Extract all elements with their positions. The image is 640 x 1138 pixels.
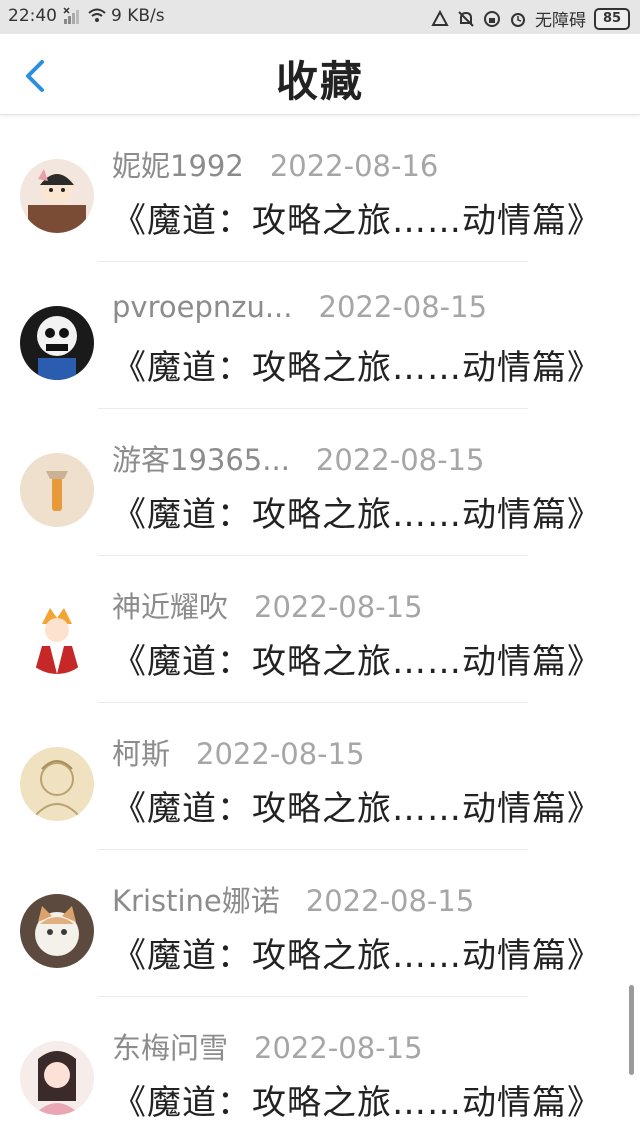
username[interactable]: pvroepnzu... xyxy=(112,290,293,324)
status-left: 22:40 9 KB/s xyxy=(8,6,165,26)
date: 2022-08-15 xyxy=(254,1031,423,1065)
wifi-icon xyxy=(87,7,106,25)
avatar[interactable] xyxy=(20,747,94,821)
avatar[interactable] xyxy=(20,894,94,968)
accessibility-label: 无障碍 xyxy=(535,11,586,31)
item-meta: 神近耀吹 2022-08-15 xyxy=(112,584,423,626)
header: 收藏 xyxy=(0,34,640,115)
item-meta: 柯斯 2022-08-15 xyxy=(112,731,365,773)
book-title[interactable]: 《魔道：攻略之旅……动情篇》 xyxy=(112,781,602,830)
book-title[interactable]: 《魔道：攻略之旅……动情篇》 xyxy=(112,634,602,683)
list-item[interactable]: 妮妮1992 2022-08-16 《魔道：攻略之旅……动情篇》 xyxy=(0,115,640,262)
date: 2022-08-15 xyxy=(254,590,423,624)
book-title[interactable]: 《魔道：攻略之旅……动情篇》 xyxy=(112,487,602,536)
username[interactable]: 妮妮1992 xyxy=(112,143,244,185)
item-meta: 妮妮1992 2022-08-16 xyxy=(112,143,438,185)
item-meta: pvroepnzu... 2022-08-15 xyxy=(112,290,487,324)
username[interactable]: 神近耀吹 xyxy=(112,584,228,626)
date: 2022-08-15 xyxy=(318,290,488,324)
avatar[interactable] xyxy=(20,306,94,380)
page-title: 收藏 xyxy=(275,57,364,106)
list-item[interactable]: 游客19365... 2022-08-15 《魔道：攻略之旅……动情篇》 xyxy=(0,409,640,556)
list-item[interactable]: pvroepnzu... 2022-08-15 《魔道：攻略之旅……动情篇》 xyxy=(0,262,640,409)
favorites-list[interactable]: 妮妮1992 2022-08-16 《魔道：攻略之旅……动情篇》 pvroepn… xyxy=(0,115,640,1138)
username[interactable]: 东梅问雪 xyxy=(112,1025,228,1067)
book-title[interactable]: 《魔道：攻略之旅……动情篇》 xyxy=(112,193,602,242)
status-right: 无障碍 85 xyxy=(431,6,630,31)
item-meta: 游客19365... 2022-08-15 xyxy=(112,437,484,479)
mute-bell-icon xyxy=(457,10,475,28)
book-title[interactable]: 《魔道：攻略之旅……动情篇》 xyxy=(112,340,602,389)
book-title[interactable]: 《魔道：攻略之旅……动情篇》 xyxy=(112,928,602,977)
book-title[interactable]: 《魔道：攻略之旅……动情篇》 xyxy=(112,1075,602,1124)
list-item[interactable]: 东梅问雪 2022-08-15 《魔道：攻略之旅……动情篇》 xyxy=(0,997,640,1138)
username[interactable]: 柯斯 xyxy=(112,731,170,773)
date: 2022-08-15 xyxy=(196,737,365,771)
date: 2022-08-15 xyxy=(305,884,475,918)
item-meta: Kristine娜诺 2022-08-15 xyxy=(112,878,474,920)
avatar[interactable] xyxy=(20,1041,94,1115)
item-meta: 东梅问雪 2022-08-15 xyxy=(112,1025,423,1067)
lock-rotation-icon xyxy=(483,10,501,28)
app-notification-icon xyxy=(431,9,449,28)
net-speed: 9 KB/s xyxy=(111,6,165,26)
alarm-icon xyxy=(509,10,527,28)
avatar[interactable] xyxy=(20,159,94,233)
avatar[interactable] xyxy=(20,600,94,674)
date: 2022-08-16 xyxy=(269,149,439,183)
status-bar: 22:40 9 KB/s 无障碍 85 xyxy=(0,0,640,34)
scrollbar[interactable] xyxy=(629,985,634,1075)
list-item[interactable]: 柯斯 2022-08-15 《魔道：攻略之旅……动情篇》 xyxy=(0,703,640,850)
list-item[interactable]: Kristine娜诺 2022-08-15 《魔道：攻略之旅……动情篇》 xyxy=(0,850,640,997)
avatar[interactable] xyxy=(20,453,94,527)
list-item[interactable]: 神近耀吹 2022-08-15 《魔道：攻略之旅……动情篇》 xyxy=(0,556,640,703)
signal-icon xyxy=(63,7,81,25)
status-time: 22:40 xyxy=(8,6,57,26)
username[interactable]: 游客19365... xyxy=(112,437,290,479)
username[interactable]: Kristine娜诺 xyxy=(112,878,280,920)
date: 2022-08-15 xyxy=(315,443,485,477)
battery-icon: 85 xyxy=(594,7,630,30)
